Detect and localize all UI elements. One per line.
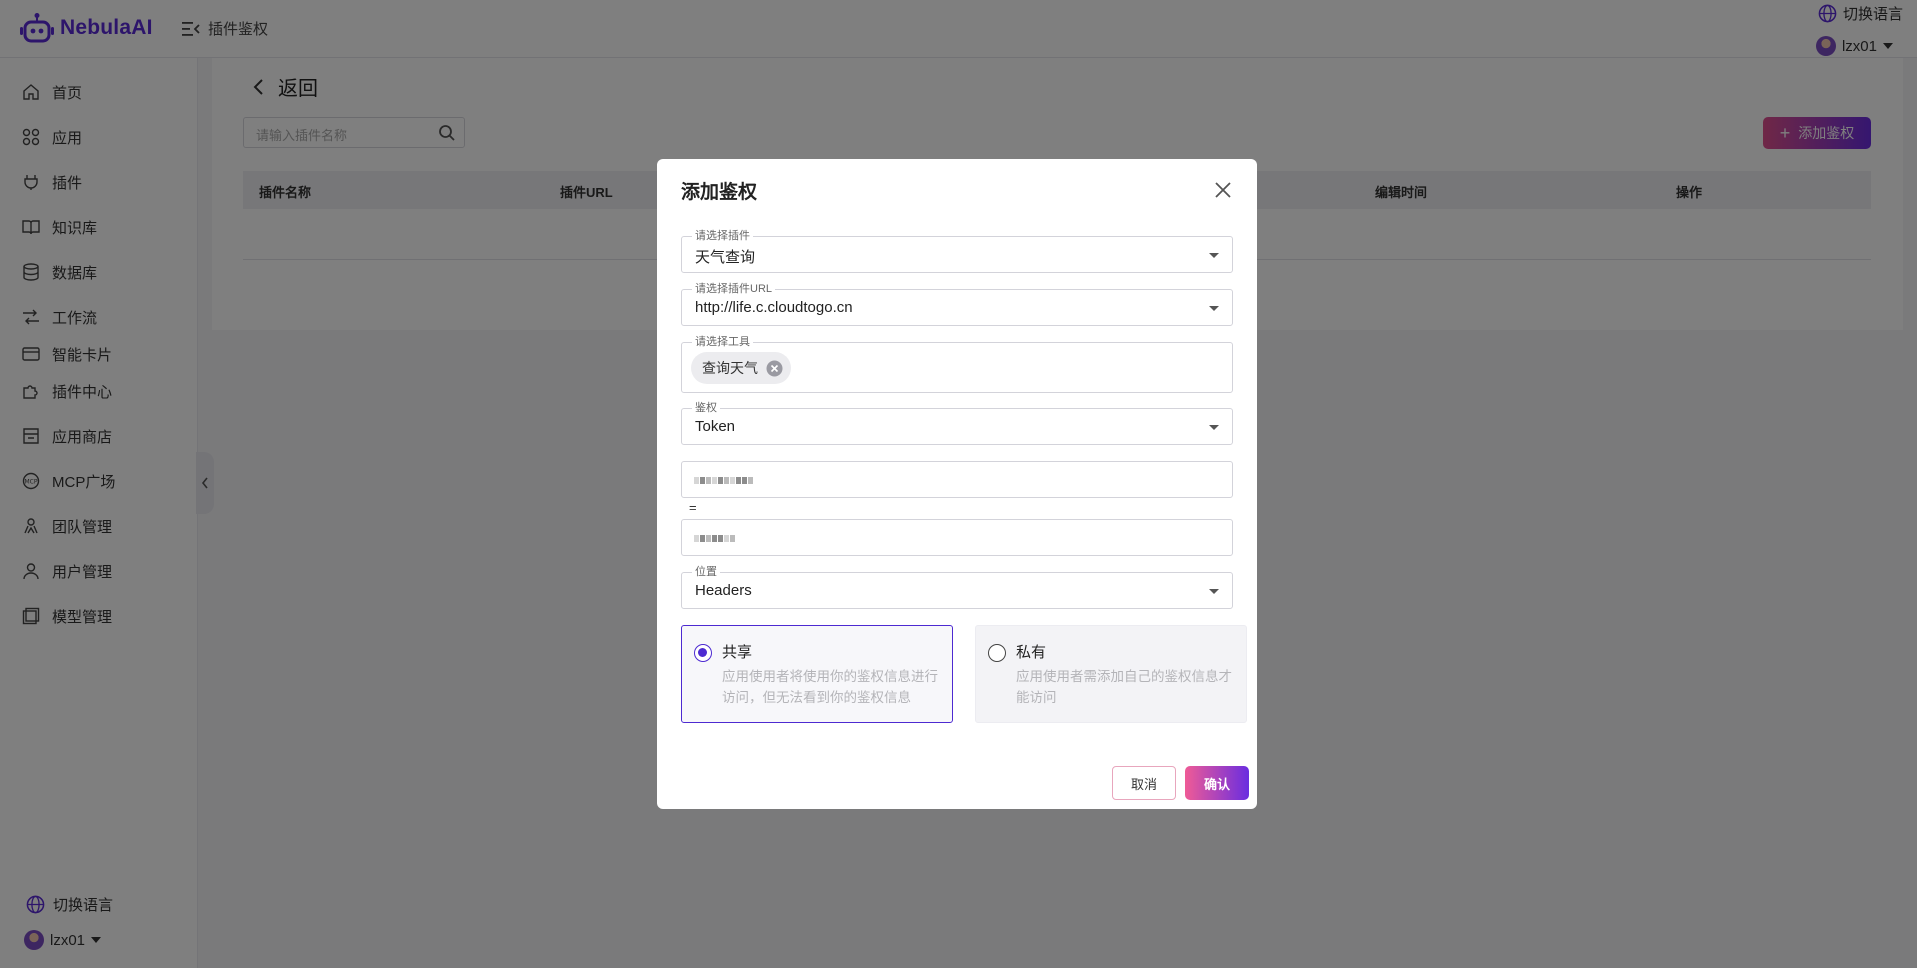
chip-remove-icon[interactable]: [766, 360, 783, 377]
plugin-select[interactable]: 请选择插件 天气查询: [681, 229, 1233, 273]
dropdown-arrow-icon: [1209, 425, 1219, 430]
field-label: 请选择插件URL: [692, 282, 776, 296]
dropdown-arrow-icon: [1209, 589, 1219, 594]
position-select[interactable]: 位置 Headers: [681, 565, 1233, 609]
plugin-value: 天气查询: [695, 249, 756, 266]
option-title: 私有: [1016, 644, 1047, 661]
share-option-shared[interactable]: 共享 应用使用者将使用你的鉴权信息进行访问，但无法看到你的鉴权信息: [681, 625, 953, 723]
auth-type-select[interactable]: 鉴权 Token: [681, 401, 1233, 445]
auth-value-input[interactable]: [681, 519, 1233, 556]
dropdown-arrow-icon: [1209, 253, 1219, 258]
chip-label: 查询天气: [702, 360, 758, 376]
radio-unselected[interactable]: [988, 644, 1006, 662]
field-label: 鉴权: [692, 401, 720, 415]
auth-type-value: Token: [695, 418, 736, 435]
add-auth-dialog: 添加鉴权 请选择插件 天气查询 请选择插件URL http://life.c.c…: [657, 159, 1257, 809]
field-label: 位置: [692, 565, 720, 579]
field-label: 请选择插件: [692, 229, 753, 243]
tool-select[interactable]: 请选择工具 查询天气: [681, 335, 1233, 393]
share-option-private[interactable]: 私有 应用使用者需添加自己的鉴权信息才能访问: [975, 625, 1247, 723]
close-icon[interactable]: [1212, 179, 1234, 201]
option-title: 共享: [722, 644, 753, 661]
equals-sign: =: [689, 500, 697, 515]
option-description: 应用使用者需添加自己的鉴权信息才能访问: [1016, 669, 1232, 705]
auth-key-input[interactable]: [681, 461, 1233, 498]
radio-selected[interactable]: [694, 644, 712, 662]
masked-value: [694, 477, 753, 484]
plugin-url-select[interactable]: 请选择插件URL http://life.c.cloudtogo.cn: [681, 282, 1233, 326]
field-label: 请选择工具: [692, 335, 753, 349]
position-value: Headers: [695, 582, 752, 599]
confirm-button[interactable]: 确认: [1185, 766, 1249, 800]
option-description: 应用使用者将使用你的鉴权信息进行访问，但无法看到你的鉴权信息: [722, 669, 938, 705]
masked-value: [694, 535, 735, 542]
dropdown-arrow-icon: [1209, 306, 1219, 311]
dialog-title: 添加鉴权: [681, 182, 758, 203]
tool-chip: 查询天气: [691, 352, 791, 384]
plugin-url-value: http://life.c.cloudtogo.cn: [695, 299, 853, 316]
cancel-button[interactable]: 取消: [1112, 766, 1176, 800]
